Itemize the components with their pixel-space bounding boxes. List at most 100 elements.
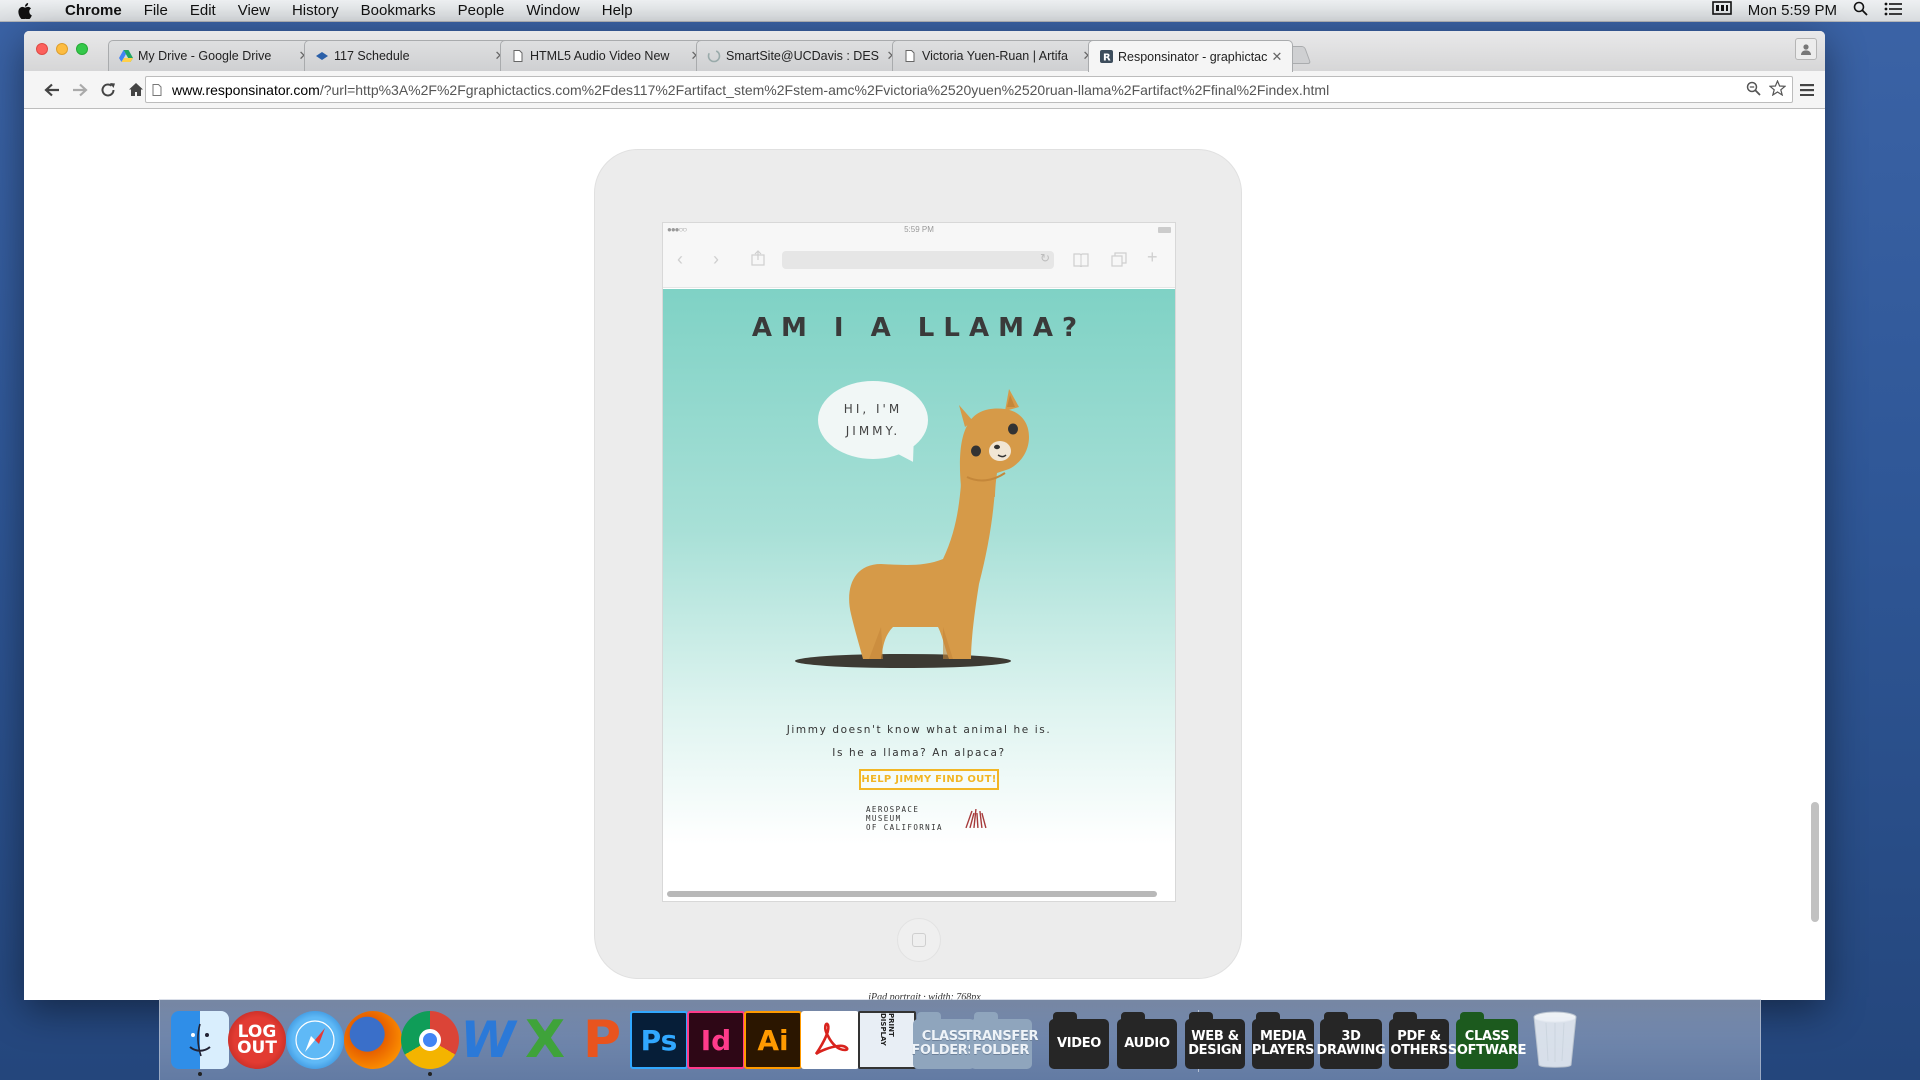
tab-117-schedule[interactable]: 117 Schedule ✕ [304,40,516,71]
page-viewport: ●●●○○ 5:59 PM ‹ › ↻ + AM I A LLAMA? HI, … [24,110,1825,1000]
close-window-button[interactable] [36,43,48,55]
page-scrollbar[interactable] [1811,802,1819,922]
apple-icon[interactable] [18,2,38,19]
acrobat-icon [801,1011,859,1069]
chrome-icon [401,1011,459,1069]
dock-3d-drawing-folder[interactable]: 3D DRAWING [1317,1010,1386,1070]
ios-bookmarks-icon[interactable] [1073,251,1089,272]
trash-icon [1533,1011,1577,1068]
menu-file[interactable]: File [133,0,179,22]
dock-excel[interactable]: X [515,1010,575,1070]
address-bar[interactable]: www.responsinator.com/?url=http%3A%2F%2F… [145,76,1793,103]
close-tab-icon[interactable]: ✕ [1270,49,1284,65]
dock-indesign[interactable]: Id [686,1010,746,1070]
chrome-menu-icon[interactable] [1797,80,1817,100]
address-url[interactable]: www.responsinator.com/?url=http%3A%2F%2F… [172,82,1746,98]
class-software-folder-icon: CLASS SOFTWARE [1448,1012,1527,1069]
ios-safari-toolbar: ‹ › ↻ + [663,237,1175,288]
back-icon[interactable] [38,76,66,104]
tab-victoria-artifact[interactable]: Victoria Yuen-Ruan | Artifa ✕ [892,40,1104,71]
menu-bookmarks[interactable]: Bookmarks [350,0,447,22]
safari-icon [286,1011,344,1069]
menu-window[interactable]: Window [515,0,590,22]
ios-forward-icon[interactable]: › [713,249,719,270]
bookmark-icon [315,49,329,63]
tab-label: Responsinator - graphictac [1118,49,1268,64]
bookmark-star-icon[interactable] [1768,79,1787,99]
bubble-line-1: HI, I'M [843,402,903,416]
ios-new-tab-icon[interactable]: + [1147,247,1158,268]
reload-icon[interactable] [94,76,122,104]
url-path: /?url=http%3A%2F%2Fgraphictactics.com%2F… [319,81,1330,98]
dock-safari[interactable] [285,1010,345,1070]
ios-tabs-icon[interactable] [1111,251,1127,272]
dock-illustrator[interactable]: Ai [743,1010,803,1070]
ios-reload-icon[interactable]: ↻ [1040,251,1050,265]
google-drive-icon [119,49,133,63]
menu-people[interactable]: People [447,0,516,22]
tab-html5-audio-video[interactable]: HTML5 Audio Video New ✕ [500,40,712,71]
dock-word[interactable]: W [458,1010,518,1070]
help-jimmy-button[interactable]: HELP JIMMY FIND OUT! [859,769,999,790]
display-mirror-icon[interactable] [1711,1,1732,20]
description-line-2: Is he a llama? An alpaca? [832,747,1006,759]
tab-my-drive[interactable]: My Drive - Google Drive ✕ [108,40,320,71]
menu-app-name[interactable]: Chrome [54,0,133,22]
mac-menubar: Chrome File Edit View History Bookmarks … [0,0,1920,22]
browser-toolbar: www.responsinator.com/?url=http%3A%2F%2F… [24,71,1825,109]
page-info-icon[interactable] [152,83,166,96]
aerospace-museum-logo[interactable]: AEROSPACE MUSEUM OF CALIFORNIA [866,804,988,832]
tab-smartsite[interactable]: SmartSite@UCDavis : DES ✕ [696,40,908,71]
tab-label: 117 Schedule [334,49,410,63]
dock-powerpoint[interactable]: P [572,1010,632,1070]
minimize-window-button[interactable] [56,43,68,55]
dock-photoshop[interactable]: Ps [629,1010,689,1070]
dock-trash[interactable] [1525,1010,1585,1070]
log-out-icon: LOG OUT [228,1011,286,1069]
page-icon [511,49,525,63]
ios-address-bar[interactable]: ↻ [782,251,1054,269]
page-icon [903,49,917,63]
ios-share-icon[interactable] [751,250,765,271]
ipad-home-button[interactable] [897,918,941,962]
menu-history[interactable]: History [281,0,350,22]
ipad-screen: ●●●○○ 5:59 PM ‹ › ↻ + AM I A LLAMA? HI, … [662,222,1176,902]
ios-back-icon[interactable]: ‹ [677,249,683,270]
menu-view[interactable]: View [227,0,281,22]
site-title: AM I A LLAMA? [751,313,1087,343]
logo-line-1: AEROSPACE MUSEUM [866,804,920,823]
profile-button[interactable] [1795,38,1817,60]
dock-web-design-folder[interactable]: WEB & DESIGN [1185,1010,1245,1070]
dock-firefox[interactable] [343,1010,403,1070]
dock-video-folder[interactable]: VIDEO [1049,1010,1109,1070]
menu-help[interactable]: Help [591,0,644,22]
dock: LOG OUT W X P Ps Id Ai PRINT DISPLAY CLA… [159,999,1761,1080]
dock-log-out[interactable]: LOG OUT [227,1010,287,1070]
dock-chrome[interactable] [400,1010,460,1076]
tab-responsinator[interactable]: R Responsinator - graphictac ✕ [1088,40,1293,72]
zoom-icon[interactable] [1746,81,1761,99]
video-folder-icon: VIDEO [1049,1012,1109,1069]
spotlight-search-icon[interactable] [1853,1,1868,20]
dock-print-display[interactable]: PRINT DISPLAY [857,1010,917,1070]
dock-audio-folder[interactable]: AUDIO [1117,1010,1177,1070]
llama-shadow [795,654,1011,668]
notification-center-icon[interactable] [1884,2,1902,20]
ios-horizontal-scrollbar[interactable] [667,891,1157,897]
tab-label: SmartSite@UCDavis : DES [726,49,879,63]
dock-pdf-others-folder[interactable]: PDF & OTHERS [1389,1010,1449,1070]
site-description: Jimmy doesn't know what animal he is. Is… [663,719,1175,765]
forward-icon[interactable] [66,76,94,104]
dock-acrobat[interactable] [800,1010,860,1070]
menu-edit[interactable]: Edit [179,0,227,22]
dock-finder[interactable] [170,1010,230,1076]
zoom-window-button[interactable] [76,43,88,55]
url-host: www.responsinator.com [172,81,320,98]
excel-icon: X [524,1010,566,1070]
media-players-folder-icon: MEDIA PLAYERS [1252,1012,1314,1069]
dock-transfer-folder[interactable]: TRANSFER FOLDER [964,1010,1039,1070]
svg-text:R: R [1103,53,1111,64]
menubar-clock[interactable]: Mon 5:59 PM [1748,2,1837,19]
dock-class-software-folder[interactable]: CLASS SOFTWARE [1448,1010,1527,1070]
dock-media-players-folder[interactable]: MEDIA PLAYERS [1252,1010,1314,1070]
